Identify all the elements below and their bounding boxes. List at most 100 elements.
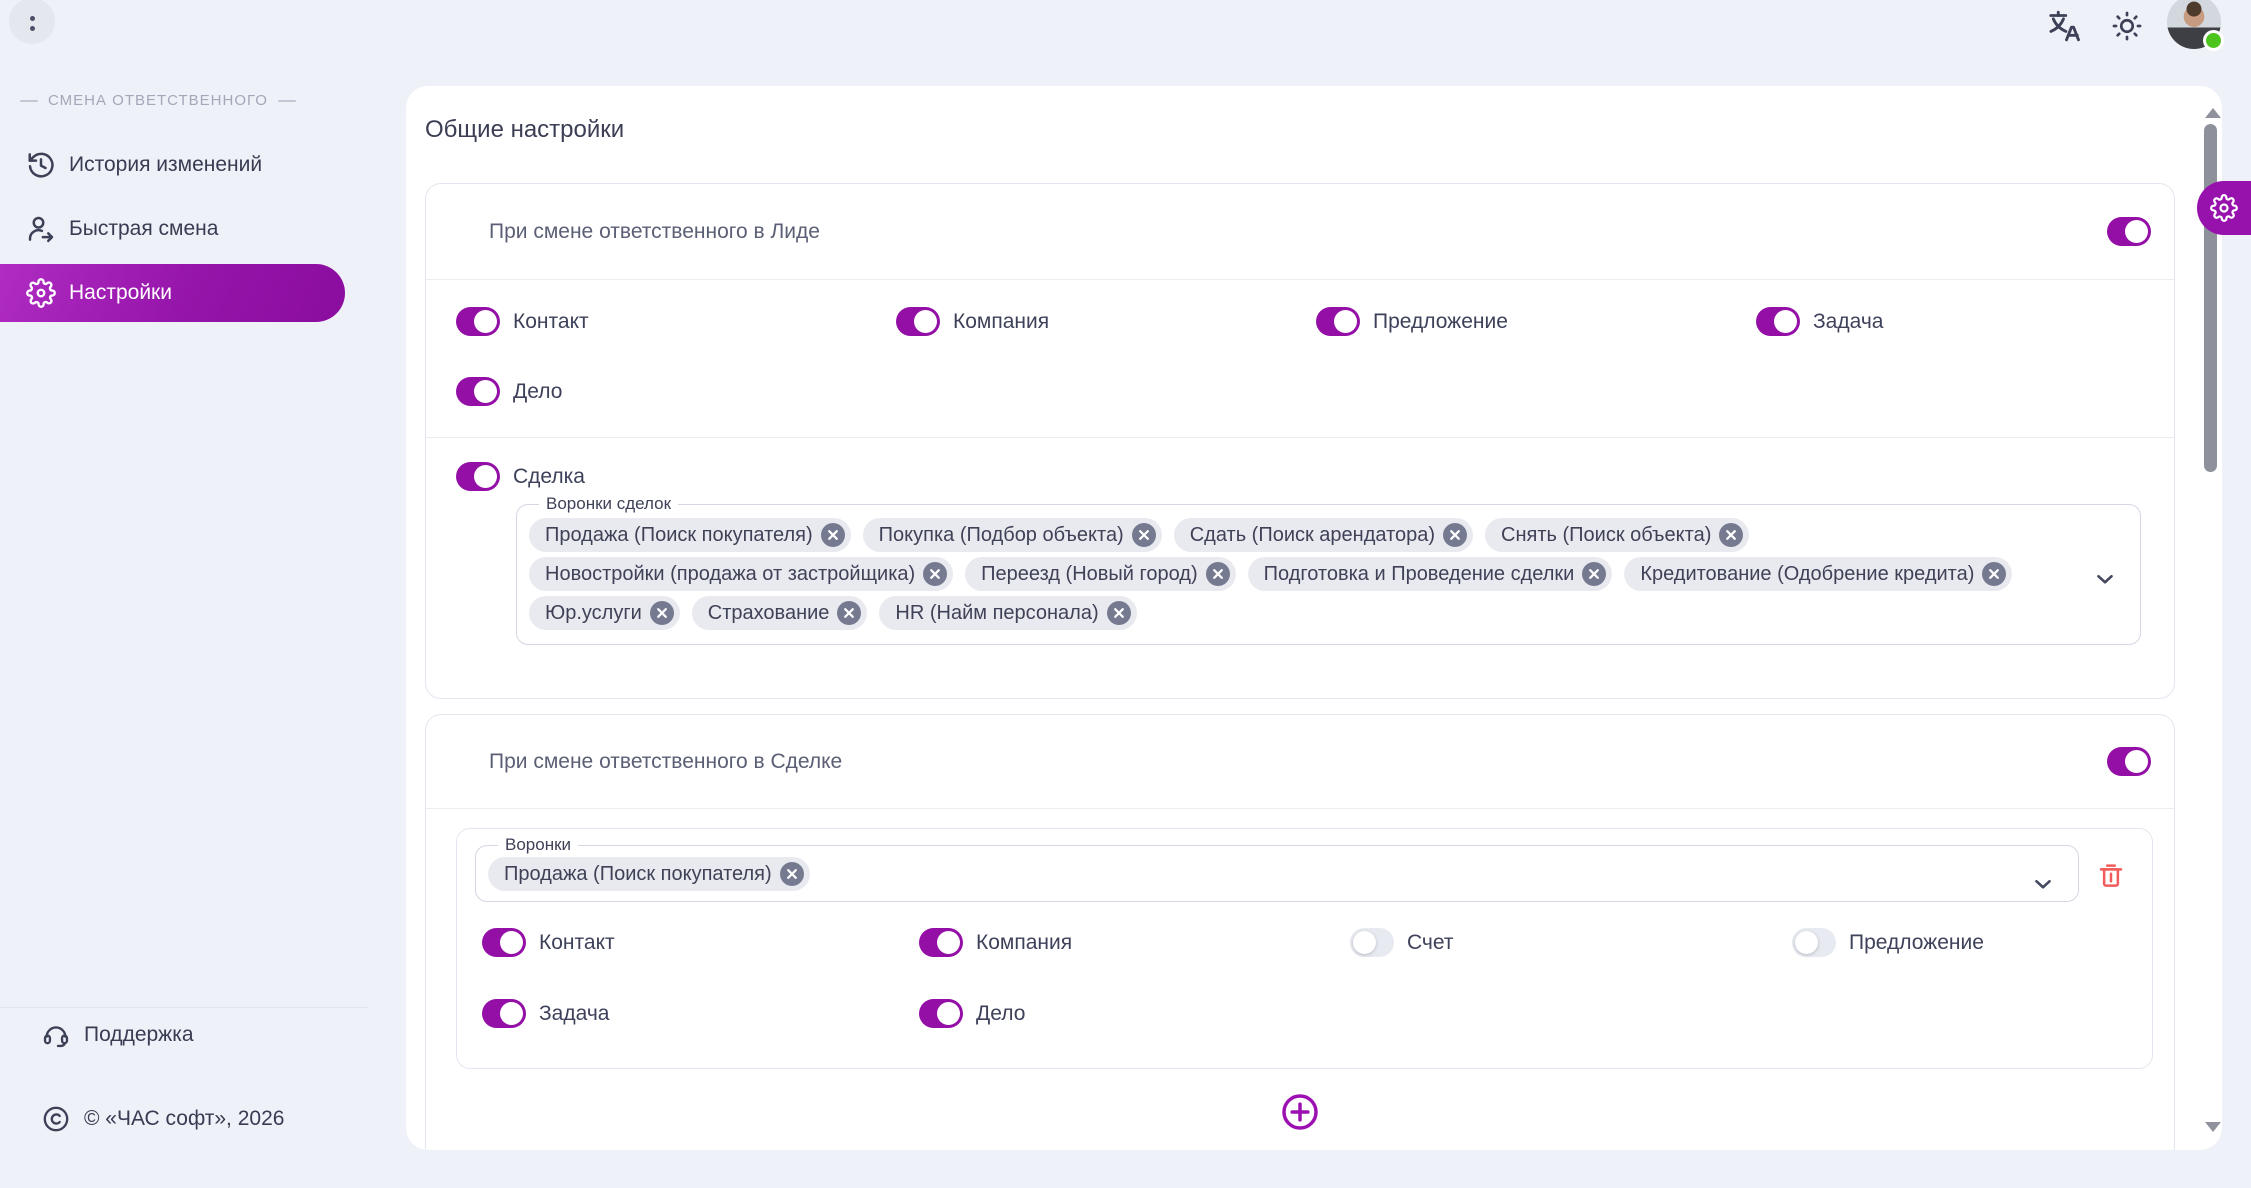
toggle-label: Компания	[953, 310, 1049, 334]
chip: Сдать (Поиск арендатора)	[1174, 518, 1473, 552]
avatar[interactable]	[2167, 0, 2221, 49]
toggle-switch[interactable]	[1316, 307, 1360, 336]
settings-fab[interactable]	[2197, 181, 2251, 235]
chips-list: Продажа (Поиск покупателя)	[488, 857, 1993, 891]
chip: Переезд (Новый город)	[965, 557, 1235, 591]
deal-toggle-row: Сделка	[456, 462, 2174, 491]
card-header-label: При смене ответственного в Лиде	[489, 220, 820, 244]
card-header-label: При смене ответственного в Сделке	[489, 750, 842, 774]
toggle-label: Контакт	[513, 310, 589, 334]
fieldset-label: Воронки сделок	[539, 494, 678, 514]
sidebar: СМЕНА ОТВЕТСТВЕННОГО История изменений Б…	[0, 0, 368, 1188]
chip: Продажа (Поиск покупателя)	[488, 857, 810, 891]
toggle-switch[interactable]	[456, 307, 500, 336]
toggle-switch[interactable]	[482, 999, 526, 1028]
theme-button[interactable]	[2105, 4, 2149, 48]
headset-icon	[42, 1021, 70, 1049]
toggle-switch[interactable]	[1350, 928, 1394, 957]
chip-label: Покупка (Подбор объекта)	[879, 524, 1124, 547]
main-panel: Общие настройки При смене ответственного…	[406, 86, 2222, 1150]
chip: Продажа (Поиск покупателя)	[529, 518, 851, 552]
chip-label: Продажа (Поиск покупателя)	[545, 524, 813, 547]
scroll-up-arrow[interactable]	[2205, 108, 2221, 118]
chip-label: Новостройки (продажа от застройщика)	[545, 563, 915, 586]
chip: HR (Найм персонала)	[879, 596, 1136, 630]
card-enabled-toggle[interactable]	[2107, 217, 2151, 246]
sun-icon	[2111, 10, 2143, 42]
toggle-switch[interactable]	[456, 462, 500, 491]
toggle-switch[interactable]	[482, 928, 526, 957]
topbar-actions	[2043, 0, 2221, 52]
chip: Кредитование (Одобрение кредита)	[1624, 557, 2012, 591]
chip-remove-icon[interactable]	[923, 562, 947, 586]
toggle-switch[interactable]	[1792, 928, 1836, 957]
language-button[interactable]	[2043, 4, 2087, 48]
chip-remove-icon[interactable]	[1719, 523, 1743, 547]
toggle-switch[interactable]	[896, 307, 940, 336]
toggle-row: Предложение	[1792, 928, 2152, 957]
scrollbar-thumb[interactable]	[2204, 124, 2217, 472]
chip-remove-icon[interactable]	[1982, 562, 2006, 586]
chip-label: Кредитование (Одобрение кредита)	[1640, 563, 1974, 586]
chip-remove-icon[interactable]	[837, 601, 861, 625]
toggle-label: Сделка	[513, 465, 585, 489]
card-header: При смене ответственного в Лиде	[426, 184, 2174, 280]
toggle-label: Предложение	[1849, 931, 1984, 955]
gear-icon	[26, 278, 56, 308]
funnels-select[interactable]: Воронки Продажа (Поиск покупателя)	[475, 835, 2079, 902]
card-enabled-toggle[interactable]	[2107, 747, 2151, 776]
toggle-label: Счет	[1407, 931, 1453, 955]
scroll-down-arrow[interactable]	[2205, 1122, 2221, 1132]
plus-circle-icon	[1280, 1092, 1320, 1132]
chip-remove-icon[interactable]	[650, 601, 674, 625]
toggle-row: Дело	[919, 999, 1350, 1028]
sidebar-item-label: Настройки	[69, 281, 172, 305]
toggle-row: Контакт	[482, 928, 919, 957]
sidebar-item-settings[interactable]: Настройки	[0, 264, 345, 322]
trash-icon[interactable]	[2096, 860, 2126, 890]
toggle-label: Дело	[976, 1002, 1025, 1026]
toggle-row: Контакт	[456, 307, 896, 336]
chip-remove-icon[interactable]	[1443, 523, 1467, 547]
status-badge	[2203, 30, 2224, 51]
chevron-down-icon[interactable]	[2092, 566, 2118, 592]
funnel-rule-card: Воронки Продажа (Поиск покупателя) Конта…	[456, 828, 2153, 1069]
toggle-row: Счет	[1350, 928, 1792, 957]
sidebar-item-history[interactable]: История изменений	[0, 136, 345, 194]
chip: Снять (Поиск объекта)	[1485, 518, 1749, 552]
chip-remove-icon[interactable]	[1132, 523, 1156, 547]
toggle-label: Предложение	[1373, 310, 1508, 334]
divider	[0, 1007, 368, 1008]
toggle-row: Задача	[1756, 307, 2174, 336]
toggle-label: Задача	[539, 1002, 609, 1026]
chip-remove-icon[interactable]	[1107, 601, 1131, 625]
toggle-switch[interactable]	[1756, 307, 1800, 336]
sidebar-item-support[interactable]: Поддержка	[0, 1012, 368, 1058]
page-title: Общие настройки	[425, 116, 624, 144]
sidebar-item-quick-change[interactable]: Быстрая смена	[0, 200, 345, 258]
sidebar-item-label: Поддержка	[84, 1023, 194, 1047]
copyright-icon	[42, 1105, 70, 1133]
toggle-label: Контакт	[539, 931, 615, 955]
chip-remove-icon[interactable]	[1582, 562, 1606, 586]
add-rule-button[interactable]	[1280, 1092, 1320, 1132]
chip-label: Юр.услуги	[545, 602, 642, 625]
toggle-label: Задача	[1813, 310, 1883, 334]
toggle-switch[interactable]	[456, 377, 500, 406]
chip-remove-icon[interactable]	[1206, 562, 1230, 586]
chip: Подготовка и Проведение сделки	[1248, 557, 1613, 591]
deal-funnels-select[interactable]: Воронки сделок Продажа (Поиск покупателя…	[516, 494, 2141, 645]
toggle-row: Дело	[456, 377, 896, 406]
chip: Покупка (Подбор объекта)	[863, 518, 1162, 552]
toggle-switch[interactable]	[919, 999, 963, 1028]
copyright: © «ЧАС софт», 2026	[0, 1096, 368, 1142]
toggle-label: Компания	[976, 931, 1072, 955]
toggle-switch[interactable]	[919, 928, 963, 957]
history-icon	[26, 150, 56, 180]
chevron-down-icon[interactable]	[2030, 871, 2056, 897]
chip-remove-icon[interactable]	[821, 523, 845, 547]
translate-icon	[2047, 8, 2083, 44]
sidebar-item-label: Быстрая смена	[69, 217, 218, 241]
chip-remove-icon[interactable]	[780, 862, 804, 886]
divider	[426, 437, 2174, 438]
